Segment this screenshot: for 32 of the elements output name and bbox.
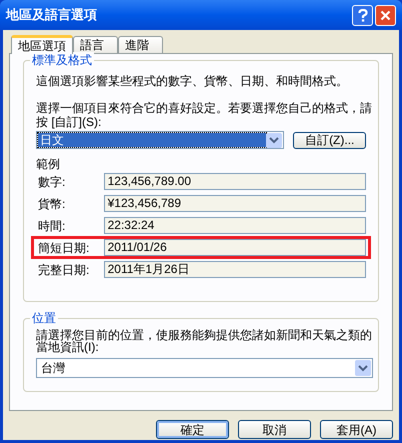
- sample-label: 時間:: [37, 218, 66, 232]
- dropdown-value: 台灣: [41, 360, 66, 377]
- window-title: 地區及語言選項: [6, 6, 98, 24]
- group-title: 位置: [30, 310, 58, 326]
- sample-field: 2011年1月26日: [104, 261, 366, 278]
- sample-field: 22:32:24: [104, 217, 366, 234]
- sample-field: 2011/01/26: [104, 239, 366, 256]
- dialog-button[interactable]: 取消: [238, 420, 311, 439]
- help-button[interactable]: [352, 4, 373, 26]
- dialog-button[interactable]: 確定: [156, 420, 229, 439]
- instruction-text: 選擇一個項目來符合它的喜好設定。若要選擇您自己的格式，請按 [自訂](S):: [36, 101, 373, 129]
- sample-label: 貨幣:: [37, 196, 66, 210]
- section-label: 範例: [36, 157, 61, 171]
- help-icon: [358, 8, 368, 22]
- sample-label: 數字:: [37, 174, 66, 188]
- sample-field: 123,456,789.00: [104, 173, 366, 190]
- dialog-button[interactable]: 套用(A): [320, 420, 393, 439]
- dropdown-value: 日文: [38, 133, 266, 147]
- close-button[interactable]: [375, 4, 396, 26]
- sample-label: 簡短日期:: [37, 240, 90, 254]
- location-dropdown[interactable]: 台灣: [36, 358, 373, 378]
- format-dropdown[interactable]: 日文: [36, 131, 284, 149]
- close-icon: [380, 10, 391, 20]
- customize-button[interactable]: 自訂(Z)...: [293, 132, 366, 148]
- group-title: 標準及格式: [30, 52, 94, 68]
- sample-field: ¥123,456,789: [104, 195, 366, 212]
- sample-label: 完整日期:: [37, 262, 90, 276]
- description-text: 這個選項影響某些程式的數字、貨幣、日期、和時間格式。: [36, 73, 349, 89]
- tab[interactable]: 語言: [73, 36, 118, 53]
- description-text: 請選擇您目前的位置，使服務能夠提供您諸如新聞和天氣之類的當地資訊(I):: [36, 329, 373, 353]
- tab[interactable]: 地區選項: [11, 35, 73, 54]
- tab[interactable]: 進階: [118, 36, 163, 53]
